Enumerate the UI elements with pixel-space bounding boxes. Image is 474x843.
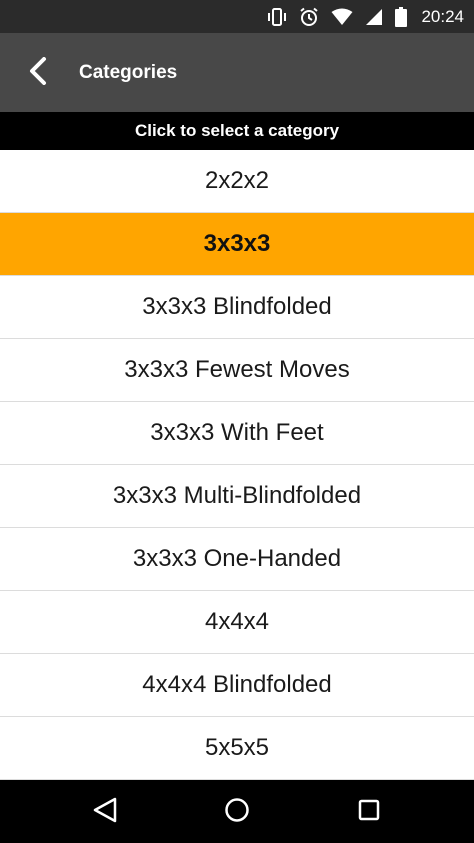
category-item-3x3x3-with-feet[interactable]: 3x3x3 With Feet xyxy=(0,402,474,465)
nav-home-button[interactable] xyxy=(215,790,259,834)
vibrate-icon xyxy=(267,7,287,26)
category-item-4x4x4[interactable]: 4x4x4 xyxy=(0,591,474,654)
back-triangle-icon xyxy=(92,796,118,829)
category-item-3x3x3-blindfolded[interactable]: 3x3x3 Blindfolded xyxy=(0,276,474,339)
nav-back-button[interactable] xyxy=(83,790,127,834)
category-item-3x3x3-fewest-moves[interactable]: 3x3x3 Fewest Moves xyxy=(0,339,474,402)
page-title: Categories xyxy=(79,62,178,83)
category-item-4x4x4-blindfolded[interactable]: 4x4x4 Blindfolded xyxy=(0,654,474,717)
category-item-3x3x3-one-handed[interactable]: 3x3x3 One-Handed xyxy=(0,528,474,591)
category-item-3x3x3-multi-blindfolded[interactable]: 3x3x3 Multi-Blindfolded xyxy=(0,465,474,528)
app-bar: Categories xyxy=(0,33,474,112)
signal-icon xyxy=(365,8,383,26)
category-item-2x2x2[interactable]: 2x2x2 xyxy=(0,150,474,213)
back-button[interactable] xyxy=(18,53,58,93)
battery-icon xyxy=(395,6,408,27)
category-list: 2x2x2 3x3x3 3x3x3 Blindfolded 3x3x3 Fewe… xyxy=(0,150,474,780)
alarm-icon xyxy=(299,7,319,27)
navigation-bar xyxy=(0,780,474,843)
chevron-left-icon xyxy=(28,56,48,90)
screen: 20:24 Categories Click to select a categ… xyxy=(0,0,474,843)
instruction-header: Click to select a category xyxy=(0,112,474,150)
recents-square-icon xyxy=(357,798,381,827)
home-circle-icon xyxy=(224,797,250,828)
wifi-icon xyxy=(331,8,353,26)
nav-recents-button[interactable] xyxy=(347,790,391,834)
status-bar: 20:24 xyxy=(0,0,474,33)
category-item-5x5x5[interactable]: 5x5x5 xyxy=(0,717,474,780)
category-item-3x3x3[interactable]: 3x3x3 xyxy=(0,213,474,276)
status-icons: 20:24 xyxy=(267,0,464,33)
status-time: 20:24 xyxy=(421,6,464,26)
